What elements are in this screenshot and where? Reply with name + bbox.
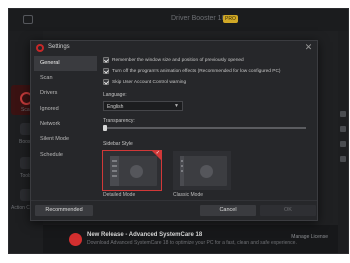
nav-item-network[interactable]: Network: [34, 117, 97, 132]
settings-dialog: Settings ✕ General Scan Drivers Ignored …: [30, 40, 318, 221]
skip-uac-label: Skip User Account Control warning: [112, 79, 187, 85]
preview-sidebar: [180, 156, 184, 186]
preview-sidebar: [110, 156, 119, 186]
language-value: English: [107, 103, 124, 110]
detailed-mode-label: Detailed Mode: [103, 192, 136, 198]
remember-window-label: Remember the window size and position of…: [112, 57, 244, 63]
pro-badge: PRO: [223, 15, 238, 23]
animation-checkbox[interactable]: [103, 68, 109, 74]
asc-logo-icon: [69, 233, 82, 246]
nav-item-schedule[interactable]: Schedule: [34, 148, 97, 163]
preview-item: [112, 160, 117, 162]
nav-item-general[interactable]: General: [34, 56, 97, 71]
preview-item: [112, 170, 117, 172]
preview-item: [181, 165, 183, 167]
preview-scan-circle: [200, 165, 213, 178]
classic-mode-label: Classic Mode: [173, 192, 204, 198]
heart-icon[interactable]: [340, 111, 346, 117]
preview-item: [112, 175, 117, 177]
dialog-footer: Recommended Cancel OK: [31, 200, 317, 220]
preview-item: [181, 160, 183, 162]
close-icon[interactable]: ✕: [303, 42, 314, 53]
nav-item-scan[interactable]: Scan: [34, 71, 97, 86]
remember-window-checkbox[interactable]: [103, 57, 109, 63]
chevron-down-icon: ▼: [174, 103, 179, 109]
preview-scan-circle: [130, 165, 143, 178]
dialog-titlebar[interactable]: Settings ✕: [31, 41, 317, 55]
preview-item: [112, 165, 117, 167]
nav-item-drivers[interactable]: Drivers: [34, 86, 97, 101]
right-rail: [338, 31, 348, 253]
dialog-title: Settings: [48, 44, 70, 50]
language-select[interactable]: English ▼: [103, 101, 183, 111]
animation-label: Turn off the program's animation effects…: [112, 68, 281, 74]
transparency-label: Transparency:: [103, 118, 135, 124]
checkmark-icon: ✓: [155, 150, 160, 156]
user-icon[interactable]: [340, 156, 346, 162]
ok-button[interactable]: OK: [260, 205, 316, 216]
promo-subtitle: Download Advanced SystemCare 18 to optim…: [87, 240, 297, 246]
windows-icon[interactable]: [340, 126, 346, 132]
promo-title[interactable]: New Release - Advanced SystemCare 18: [87, 232, 202, 238]
sidebar-style-label: Sidebar Style: [103, 141, 133, 147]
classic-mode-preview: [180, 156, 227, 186]
general-settings-panel: Remember the window size and position of…: [102, 56, 311, 201]
transparency-slider-thumb[interactable]: [103, 125, 107, 131]
app-titlebar: Driver Booster 10 PRO: [9, 9, 348, 31]
transparency-slider[interactable]: [103, 127, 306, 129]
detailed-mode-preview: [110, 156, 157, 186]
chat-icon[interactable]: [23, 15, 33, 24]
shield-icon[interactable]: [340, 141, 346, 147]
option-remember-window[interactable]: Remember the window size and position of…: [103, 56, 244, 64]
option-skip-uac[interactable]: Skip User Account Control warning: [103, 78, 186, 86]
manage-license-link[interactable]: Manage License: [291, 234, 328, 240]
recommended-button[interactable]: Recommended: [35, 205, 93, 216]
nav-item-silent-mode[interactable]: Silent Mode: [34, 132, 97, 147]
settings-app-icon: [36, 44, 44, 52]
cancel-button[interactable]: Cancel: [200, 205, 256, 216]
preview-item: [181, 170, 183, 172]
detailed-mode-option[interactable]: ✓: [102, 150, 162, 191]
settings-nav: General Scan Drivers Ignored Network Sil…: [34, 56, 97, 201]
skip-uac-checkbox[interactable]: [103, 79, 109, 85]
promo-bar: New Release - Advanced SystemCare 18 Dow…: [43, 225, 338, 253]
classic-mode-option[interactable]: [173, 151, 231, 190]
option-turn-off-animation[interactable]: Turn off the program's animation effects…: [103, 67, 281, 75]
language-label: Language:: [103, 92, 127, 98]
app-title: Driver Booster 10: [171, 15, 226, 22]
nav-item-ignored[interactable]: Ignored: [34, 102, 97, 117]
